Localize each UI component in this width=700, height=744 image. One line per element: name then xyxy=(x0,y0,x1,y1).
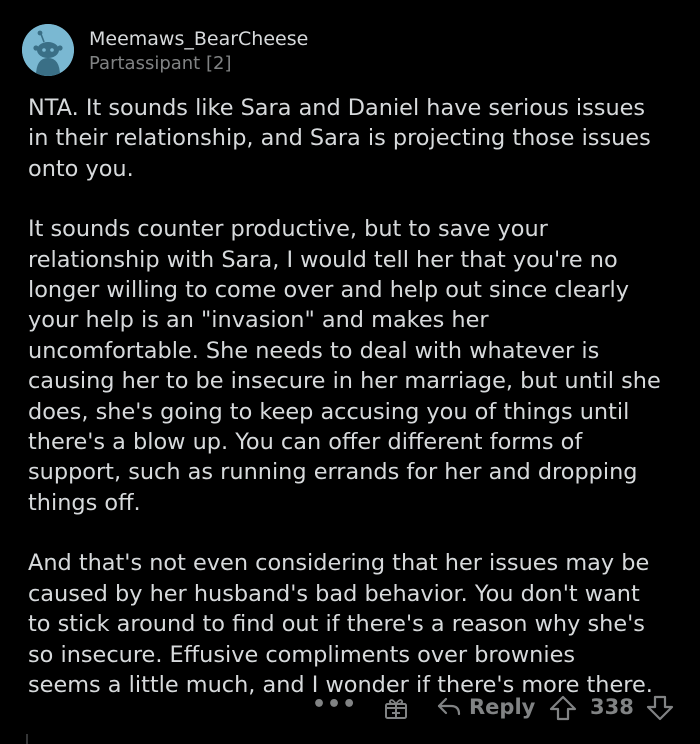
comment-actions: ••• Reply 338 xyxy=(0,688,700,728)
user-flair: Partassipant [2] xyxy=(89,53,232,74)
vote-score: 338 xyxy=(590,695,634,719)
more-options-button[interactable]: ••• xyxy=(312,692,357,717)
comment-header: Meemaws_BearCheese Partassipant [2] xyxy=(89,26,308,76)
comment-body: NTA. It sounds like Sara and Daniel have… xyxy=(28,93,688,730)
more-options-icon: ••• xyxy=(312,692,358,717)
reply-button[interactable]: Reply xyxy=(437,695,535,719)
avatar-graphic xyxy=(22,24,74,76)
snoo-avatar-icon[interactable] xyxy=(22,24,74,76)
comment-paragraph: It sounds counter productive, but to sav… xyxy=(28,216,661,516)
username[interactable]: Meemaws_BearCheese xyxy=(89,26,308,52)
award-gift-icon xyxy=(385,699,407,719)
comment: Meemaws_BearCheese Partassipant [2] NTA.… xyxy=(0,0,700,744)
award-button[interactable] xyxy=(383,695,409,721)
comment-paragraph: NTA. It sounds like Sara and Daniel have… xyxy=(28,95,651,182)
reply-arrow-icon xyxy=(437,697,461,716)
reply-label: Reply xyxy=(469,695,536,719)
comment-paragraph: And that's not even considering that her… xyxy=(28,550,653,698)
upvote-arrow-icon xyxy=(549,695,577,721)
downvote-button[interactable] xyxy=(646,695,674,721)
downvote-arrow-icon xyxy=(646,695,674,721)
thread-line[interactable] xyxy=(26,734,28,744)
upvote-button[interactable] xyxy=(549,695,577,721)
